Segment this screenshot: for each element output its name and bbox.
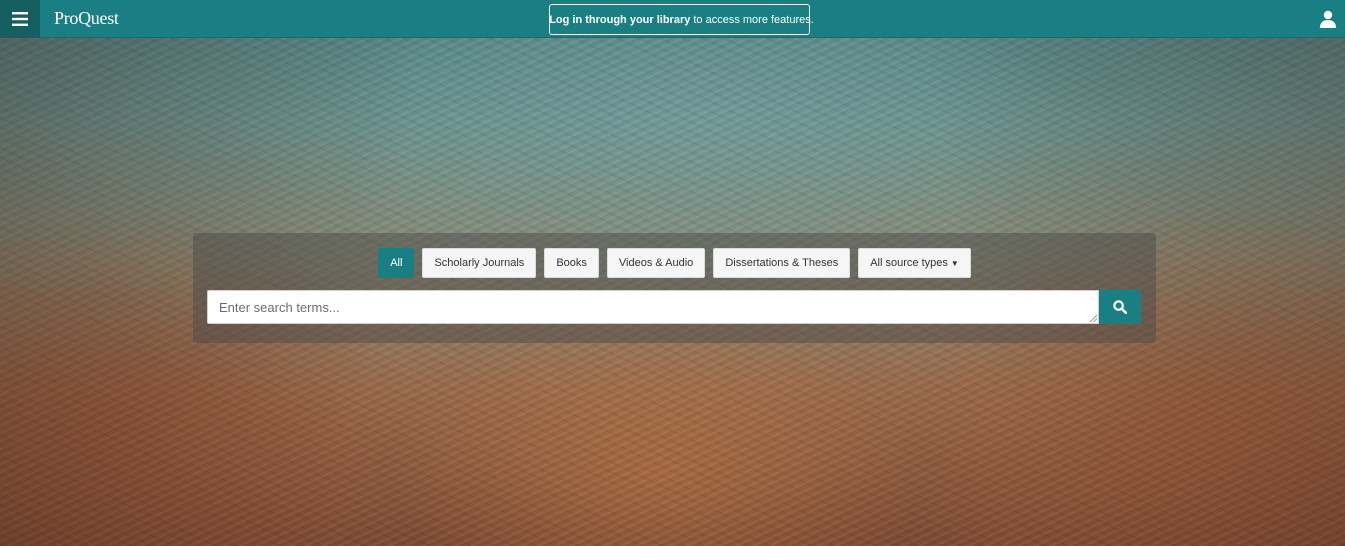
top-bar: ProQuest Log in through your library to … xyxy=(0,0,1345,38)
filter-videos-audio[interactable]: Videos & Audio xyxy=(606,248,706,278)
filter-label: Dissertations & Theses xyxy=(725,257,839,269)
hamburger-menu-icon xyxy=(12,11,28,26)
filter-all-source-types-dropdown[interactable]: All source types ▼ xyxy=(858,248,971,278)
filter-dissertations-theses[interactable]: Dissertations & Theses xyxy=(713,248,851,278)
filter-books[interactable]: Books xyxy=(544,248,599,278)
filter-label: All source types xyxy=(870,257,948,269)
filter-label: Scholarly Journals xyxy=(434,257,525,269)
user-account-button[interactable] xyxy=(1315,6,1341,32)
filter-label: All xyxy=(390,257,403,269)
user-icon xyxy=(1319,10,1337,28)
menu-button[interactable] xyxy=(0,0,40,38)
brand-logo[interactable]: ProQuest xyxy=(54,8,119,29)
filter-scholarly-journals[interactable]: Scholarly Journals xyxy=(422,248,537,278)
search-row xyxy=(207,290,1141,324)
search-button[interactable] xyxy=(1099,290,1141,324)
magnifier-icon xyxy=(1113,300,1127,314)
source-type-filters: All Scholarly Journals Books Videos & Au… xyxy=(193,248,1156,278)
login-link-text: Log in through your library xyxy=(549,13,691,26)
filter-all[interactable]: All xyxy=(378,248,415,278)
caret-down-icon: ▼ xyxy=(950,258,959,268)
filter-label: Books xyxy=(556,257,587,269)
login-extra-text: to access more features. xyxy=(693,13,814,26)
search-panel: All Scholarly Journals Books Videos & Au… xyxy=(193,233,1156,343)
library-login-button[interactable]: Log in through your library to access mo… xyxy=(549,4,814,35)
resize-grip-icon[interactable] xyxy=(1089,314,1097,322)
search-input[interactable] xyxy=(207,290,1099,324)
filter-label: Videos & Audio xyxy=(618,257,694,269)
